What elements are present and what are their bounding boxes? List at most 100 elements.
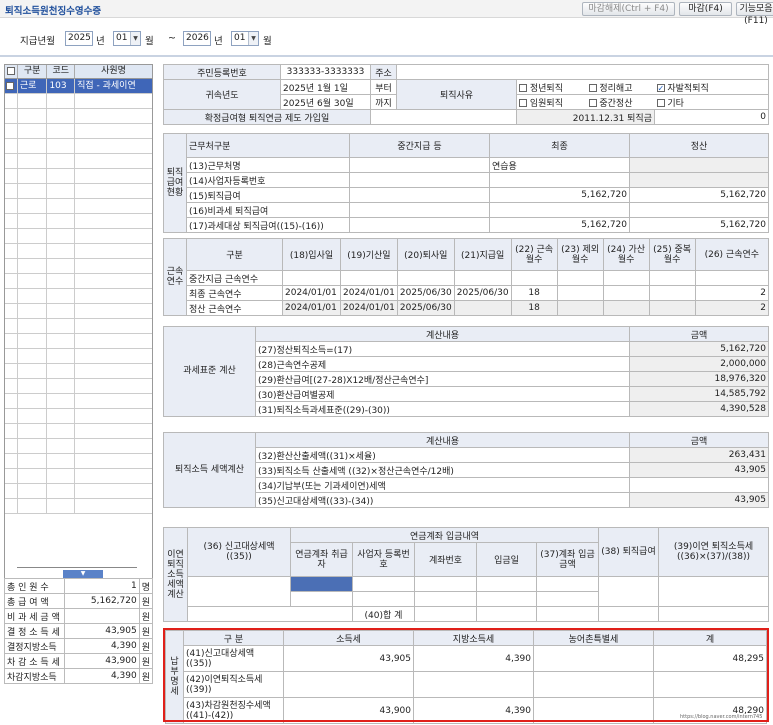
tenure-row: 최종 근속연수 2024/01/01 2024/01/01 2025/06/30 202… (164, 285, 770, 301)
tenure-category-header: 구분 (186, 238, 283, 271)
year-unit-2: 년 (214, 36, 223, 47)
divider (0, 55, 773, 57)
page-title: 퇴직소득원천징수영수증 (5, 6, 102, 17)
taxbase-table: 과세표준 계산 계산내용 금액 (27)정산퇴직소득=(17) 5,162,720… (163, 326, 769, 417)
year-unit: 년 (96, 36, 105, 47)
pension-date: 2011.12.31 퇴직금 (516, 109, 655, 125)
empty-row[interactable] (5, 139, 152, 154)
empty-row[interactable] (5, 484, 152, 499)
empty-row[interactable] (5, 184, 152, 199)
month-unit-2: 월 (263, 36, 272, 47)
employee-grid: 구분 코드 사원명 근로 103 직접 - 과세이연 ▼ (4, 64, 153, 579)
reason-option[interactable]: 중간정산 (586, 94, 655, 110)
employee-row[interactable]: 근로 103 직접 - 과세이연 (5, 79, 152, 94)
empty-row[interactable] (5, 154, 152, 169)
address-value[interactable] (396, 64, 769, 80)
collapse-handle[interactable]: ▼ (63, 570, 103, 578)
empty-row[interactable] (5, 229, 152, 244)
reason-option[interactable]: 정리해고 (586, 79, 655, 95)
empty-row[interactable] (5, 409, 152, 424)
summary-row: 차감지방소득 4,390 원 (4, 668, 154, 684)
select-all-checkbox[interactable] (5, 65, 18, 78)
reason-option[interactable]: 정년퇴직 (516, 79, 587, 95)
empty-row[interactable] (5, 244, 152, 259)
interim-header: 중간지급 등 (349, 133, 490, 158)
empty-row[interactable] (5, 394, 152, 409)
chevron-down-icon[interactable]: ▼ (248, 32, 258, 45)
period-tilde: ~ (168, 33, 176, 44)
empty-row[interactable] (5, 424, 152, 439)
scroll-divider (17, 567, 137, 568)
row-checkbox[interactable] (5, 79, 18, 93)
settle-header: 정산 (629, 133, 769, 158)
workplace-header: 근무처구분 (186, 133, 350, 158)
empty-row[interactable] (5, 94, 152, 109)
pension-label: 확정급여형 퇴직연금 제도 가입일 (163, 109, 371, 125)
empty-row[interactable] (5, 214, 152, 229)
reason-option[interactable]: 임원퇴직 (516, 94, 587, 110)
resident-no-label: 주민등록번호 (163, 64, 281, 80)
empty-row[interactable] (5, 349, 152, 364)
final-header: 최종 (489, 133, 630, 158)
function-menu-button[interactable]: 기능모음(F11) (736, 2, 773, 26)
cancel-close-button[interactable]: 마감해제(Ctrl + F4) (582, 2, 675, 16)
employee-grid-header: 구분 코드 사원명 (5, 65, 152, 79)
end-suffix: 까지 (370, 94, 397, 110)
col-type[interactable]: 구분 (18, 65, 48, 78)
col-name[interactable]: 사원명 (75, 65, 152, 78)
from-year-input[interactable]: 2025 (65, 31, 93, 46)
empty-row[interactable] (5, 304, 152, 319)
to-year-input[interactable]: 2026 (183, 31, 211, 46)
empty-row[interactable] (5, 124, 152, 139)
empty-row[interactable] (5, 289, 152, 304)
empty-row[interactable] (5, 334, 152, 349)
col-code[interactable]: 코드 (47, 65, 76, 78)
reason-option[interactable]: 기타 (654, 94, 769, 110)
summary-row: 총 급 여 액 5,162,720 원 (4, 593, 154, 609)
empty-row[interactable] (5, 109, 152, 124)
from-month-value: 01 (116, 33, 128, 43)
start-suffix: 부터 (370, 79, 397, 95)
tenure-row: 중간지급 근속연수 (164, 270, 770, 286)
pension-blank[interactable] (370, 109, 517, 125)
reason-label: 퇴직사유 (396, 79, 517, 110)
end-date[interactable]: 2025년 6월 30일 (280, 94, 371, 110)
taxcalc-side-label: 퇴직소득 세액계산 (163, 432, 256, 508)
address-label: 주소 (370, 64, 397, 80)
empty-row[interactable] (5, 259, 152, 274)
empty-row[interactable] (5, 274, 152, 289)
summary-row: 결 정 소 득 세 43,905 원 (4, 623, 154, 639)
empty-row[interactable] (5, 364, 152, 379)
pension-amount[interactable]: 0 (654, 109, 769, 125)
deferral-table: 이연퇴직소득세액계산 (36) 신고대상세액 ((35)) 연금계좌 입금내역 … (163, 527, 769, 622)
to-month-value: 01 (234, 33, 246, 43)
chevron-down-icon[interactable]: ▼ (130, 32, 140, 45)
empty-row[interactable] (5, 379, 152, 394)
empty-row[interactable] (5, 469, 152, 484)
summary-row: 차 감 소 득 세 43,900 원 (4, 653, 154, 669)
period-label: 지급년월 (20, 36, 55, 47)
empty-row[interactable] (5, 199, 152, 214)
resident-no-value[interactable]: 333333-3333333 (280, 64, 371, 80)
empty-row[interactable] (5, 319, 152, 334)
cell-type: 근로 (18, 79, 48, 93)
reason-option[interactable]: 자발적퇴직 (654, 79, 769, 95)
empty-row[interactable] (5, 439, 152, 454)
tenure-side-label: 근속연수 (163, 238, 187, 316)
empty-row[interactable] (5, 499, 152, 514)
title-bar: 퇴직소득원천징수영수증 마감해제(Ctrl + F4) 마감(F4) 기능모음(… (0, 0, 773, 26)
month-unit: 월 (145, 36, 154, 47)
to-month-select[interactable]: 01 ▼ (231, 31, 259, 46)
empty-row[interactable] (5, 169, 152, 184)
year-label: 귀속년도 (163, 79, 281, 110)
cell-name: 직접 - 과세이연 (77, 81, 136, 91)
from-month-select[interactable]: 01 ▼ (113, 31, 141, 46)
summary-row: 결정지방소득 4,390 원 (4, 638, 154, 654)
summary-row: 총 인 원 수1명 (4, 578, 154, 594)
start-date[interactable]: 2025년 1월 1일 (280, 79, 371, 95)
selected-cell[interactable] (290, 576, 353, 592)
cell-code: 103 (47, 79, 76, 93)
retirement-status-table: 퇴직급여현황 근무처구분 중간지급 등 최종 정산 (13)근무처명 연습용 (1… (163, 133, 769, 233)
close-button[interactable]: 마감(F4) (679, 2, 732, 16)
empty-row[interactable] (5, 454, 152, 469)
